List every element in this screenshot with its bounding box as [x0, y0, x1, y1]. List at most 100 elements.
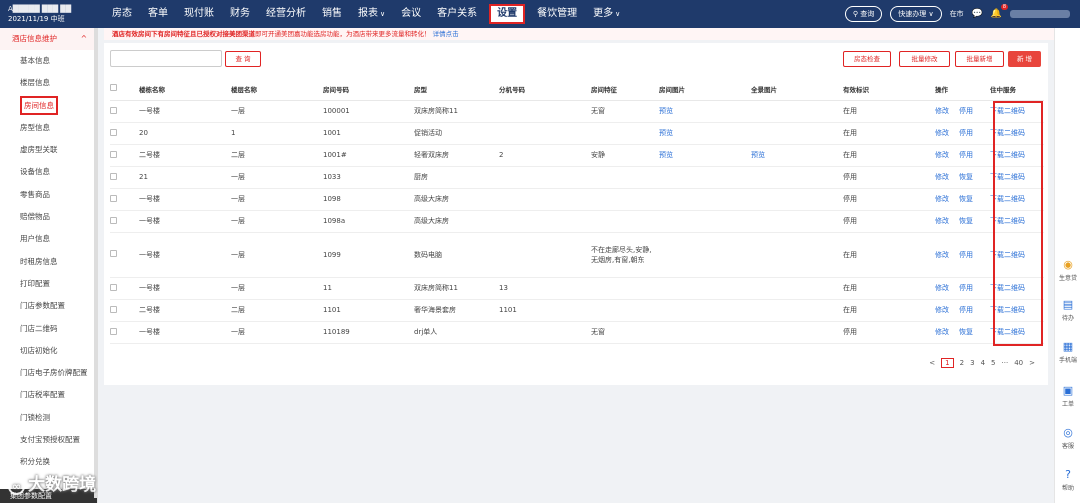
cell-room-image-text[interactable]: 预览 — [659, 129, 673, 137]
nav-analysis[interactable]: 经营分析 — [258, 0, 314, 28]
toggle-status-link[interactable]: 恢复 — [959, 217, 973, 225]
sidebar-item-alipay-preauth[interactable]: 支付宝预授权配置 — [0, 429, 97, 451]
page-last[interactable]: 40 — [1014, 359, 1023, 367]
sidebar-item-store-qrcode[interactable]: 门店二维码 — [0, 318, 97, 340]
sidebar-item-store-init[interactable]: 切店初始化 — [0, 340, 97, 362]
edit-link[interactable]: 修改 — [935, 107, 949, 115]
cell-room-image-text[interactable]: 预览 — [659, 107, 673, 115]
notice-detail-link[interactable]: 详情点击 — [433, 30, 459, 38]
batch-add-button[interactable]: 批量新增 — [955, 51, 1004, 67]
chat-icon[interactable]: 💬 — [972, 9, 983, 19]
download-qrcode-link[interactable]: 下载二维码 — [990, 173, 1025, 181]
row-checkbox[interactable] — [110, 106, 117, 114]
query-button[interactable]: 查 询 — [225, 51, 261, 67]
row-checkbox[interactable] — [110, 194, 117, 202]
page-1[interactable]: 1 — [941, 358, 954, 368]
nav-reports[interactable]: 报表 ∨ — [350, 0, 393, 28]
edit-link[interactable]: 修改 — [935, 173, 949, 181]
quick-action-button[interactable]: 快速办理 ∨ — [890, 6, 942, 22]
toggle-status-link[interactable]: 停用 — [959, 306, 973, 314]
batch-edit-button[interactable]: 批量修改 — [899, 51, 950, 67]
prev-page-button[interactable]: < — [929, 359, 935, 367]
todo-button[interactable]: ▤ 待办 — [1055, 298, 1080, 322]
sidebar-item-tax-rate[interactable]: 门店税率配置 — [0, 384, 97, 406]
online-status[interactable]: 在市 — [950, 9, 964, 19]
next-page-button[interactable]: > — [1029, 359, 1035, 367]
toggle-status-link[interactable]: 停用 — [959, 251, 973, 259]
nav-finance[interactable]: 财务 — [222, 0, 258, 28]
room-status-check-button[interactable]: 房态检查 — [843, 51, 891, 67]
toggle-status-link[interactable]: 停用 — [959, 151, 973, 159]
download-qrcode-link[interactable]: 下载二维码 — [990, 107, 1025, 115]
select-all-checkbox[interactable] — [110, 84, 117, 92]
sidebar-item-room-info[interactable]: 房间信息 — [0, 95, 97, 117]
toggle-status-link[interactable]: 恢复 — [959, 328, 973, 336]
sidebar-item-virtual-room-type[interactable]: 虚房型关联 — [0, 139, 97, 161]
nav-orders[interactable]: 客单 — [140, 0, 176, 28]
toggle-status-link[interactable]: 恢复 — [959, 195, 973, 203]
row-checkbox[interactable] — [110, 172, 117, 180]
page-5[interactable]: 5 — [991, 359, 995, 367]
download-qrcode-link[interactable]: 下载二维码 — [990, 195, 1025, 203]
sidebar-item-room-type-info[interactable]: 房型信息 — [0, 117, 97, 139]
cell-room-image[interactable]: 预览 — [659, 144, 751, 167]
query-button[interactable]: ⚲ 查询 — [844, 6, 883, 22]
download-qrcode-link[interactable]: 下载二维码 — [990, 306, 1025, 314]
sidebar-scrollbar[interactable] — [94, 28, 98, 498]
edit-link[interactable]: 修改 — [935, 306, 949, 314]
edit-link[interactable]: 修改 — [935, 284, 949, 292]
download-qrcode-link[interactable]: 下载二维码 — [990, 151, 1025, 159]
download-qrcode-link[interactable]: 下载二维码 — [990, 217, 1025, 225]
row-checkbox[interactable] — [110, 216, 117, 224]
sidebar-group-hotel-info[interactable]: 酒店信息维护 ^ — [0, 28, 97, 50]
page-ellipsis[interactable]: ··· — [1002, 359, 1009, 367]
sidebar-item-lock-check[interactable]: 门锁检测 — [0, 407, 97, 429]
mobile-button[interactable]: ▦ 手机端 — [1055, 340, 1080, 364]
toggle-status-link[interactable]: 停用 — [959, 284, 973, 292]
search-input[interactable] — [110, 50, 222, 67]
sidebar-item-compensation[interactable]: 赔偿物品 — [0, 206, 97, 228]
nav-dining[interactable]: 餐饮管理 — [529, 0, 585, 28]
cell-panorama-text[interactable]: 预览 — [751, 151, 765, 159]
sidebar-item-store-params[interactable]: 门店参数配置 — [0, 295, 97, 317]
row-checkbox[interactable] — [110, 305, 117, 313]
download-qrcode-link[interactable]: 下载二维码 — [990, 251, 1025, 259]
page-4[interactable]: 4 — [981, 359, 985, 367]
row-checkbox[interactable] — [110, 283, 117, 291]
download-qrcode-link[interactable]: 下载二维码 — [990, 328, 1025, 336]
nav-settings[interactable]: 设置 — [489, 4, 526, 24]
bell-icon[interactable]: 🔔 8 — [991, 4, 1008, 19]
sidebar-item-hourly-room[interactable]: 时租房信息 — [0, 251, 97, 273]
cell-room-image[interactable]: 预览 — [659, 100, 751, 123]
row-checkbox[interactable] — [110, 327, 117, 335]
toggle-status-link[interactable]: 恢复 — [959, 173, 973, 181]
edit-link[interactable]: 修改 — [935, 129, 949, 137]
edit-link[interactable]: 修改 — [935, 328, 949, 336]
edit-link[interactable]: 修改 — [935, 195, 949, 203]
cell-panorama[interactable]: 预览 — [751, 144, 843, 167]
business-loan-button[interactable]: ◉ 生意贷 — [1055, 258, 1080, 282]
nav-more[interactable]: 更多 ∨ — [585, 0, 628, 28]
user-name[interactable] — [1010, 10, 1070, 18]
nav-sales[interactable]: 销售 — [314, 0, 350, 28]
sidebar-item-basic-info[interactable]: 基本信息 — [0, 50, 97, 72]
sidebar-item-device-info[interactable]: 设备信息 — [0, 161, 97, 183]
sidebar-item-user-info[interactable]: 用户信息 — [0, 228, 97, 250]
cell-room-image[interactable]: 预览 — [659, 122, 751, 145]
support-button[interactable]: ◎ 客服 — [1055, 426, 1080, 450]
nav-room-status[interactable]: 房态 — [104, 0, 140, 28]
page-2[interactable]: 2 — [960, 359, 964, 367]
sidebar-item-retail-goods[interactable]: 零售商品 — [0, 184, 97, 206]
edit-link[interactable]: 修改 — [935, 217, 949, 225]
row-checkbox[interactable] — [110, 128, 117, 136]
row-checkbox[interactable] — [110, 250, 117, 257]
row-checkbox[interactable] — [110, 150, 117, 158]
edit-link[interactable]: 修改 — [935, 151, 949, 159]
ticket-button[interactable]: ▣ 工单 — [1055, 384, 1080, 408]
sidebar-item-print-config[interactable]: 打印配置 — [0, 273, 97, 295]
download-qrcode-link[interactable]: 下载二维码 — [990, 129, 1025, 137]
help-button[interactable]: ? 帮助 — [1055, 468, 1080, 492]
cell-room-image-text[interactable]: 预览 — [659, 151, 673, 159]
sidebar-item-floor-info[interactable]: 楼层信息 — [0, 72, 97, 94]
download-qrcode-link[interactable]: 下载二维码 — [990, 284, 1025, 292]
